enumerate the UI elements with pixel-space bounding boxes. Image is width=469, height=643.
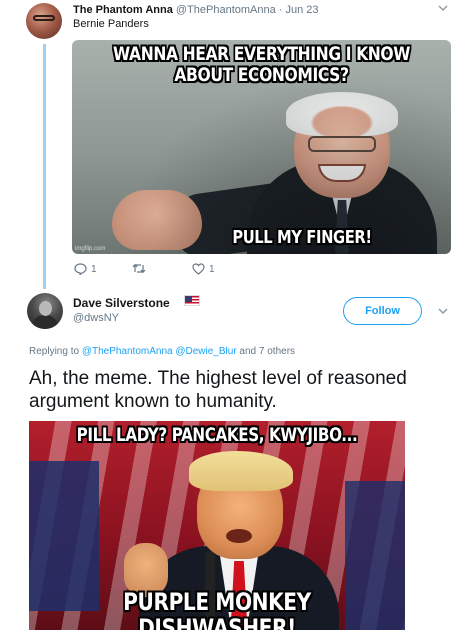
us-flag-icon bbox=[184, 295, 200, 306]
meta-separator: · bbox=[275, 4, 286, 16]
meme-bottom-caption: PULL MY FINGER! bbox=[232, 227, 372, 248]
like-count: 1 bbox=[209, 263, 215, 275]
tweet-image[interactable]: PILL LADY? PANCAKES, KWYJIBO... PURPLE M… bbox=[29, 421, 405, 630]
author-handle[interactable]: @ThePhantomAnna bbox=[176, 4, 276, 16]
author-name[interactable]: Dave Silverstone bbox=[73, 296, 170, 310]
meme-bottom-caption: PURPLE MONKEY DISHWASHER! bbox=[123, 588, 311, 630]
parent-tweet-header: The Phantom Anna @ThePhantomAnna · Jun 2… bbox=[73, 4, 319, 17]
avatar[interactable] bbox=[27, 293, 63, 329]
author-handle[interactable]: @dwsNY bbox=[73, 312, 119, 325]
tweet-text: Bernie Panders bbox=[73, 18, 149, 30]
like-button[interactable]: 1 bbox=[192, 263, 215, 275]
reply-button[interactable]: 1 bbox=[74, 263, 97, 275]
reply-prefix: Replying to bbox=[29, 346, 82, 357]
meme-top-caption: PILL LADY? PANCAKES, KWYJIBO... bbox=[76, 424, 358, 446]
replying-to-line: Replying to @ThePhantomAnna @Dewie_Blur … bbox=[29, 345, 295, 358]
tweet-date[interactable]: Jun 23 bbox=[286, 4, 319, 16]
image-mouth bbox=[226, 529, 252, 543]
avatar-face-detail bbox=[39, 301, 52, 316]
reply-count: 1 bbox=[91, 263, 97, 275]
mention-link[interactable]: @Dewie_Blur bbox=[175, 346, 236, 357]
like-icon bbox=[192, 263, 205, 275]
tweet-text: Ah, the meme. The highest level of reaso… bbox=[29, 368, 407, 412]
retweet-button[interactable] bbox=[132, 263, 150, 274]
thread-connector-line bbox=[43, 44, 46, 289]
follow-button[interactable]: Follow bbox=[343, 297, 422, 325]
author-name[interactable]: The Phantom Anna bbox=[73, 4, 173, 16]
retweet-icon bbox=[132, 263, 146, 274]
image-watermark: imgflip.com bbox=[75, 246, 106, 252]
avatar-glasses-detail bbox=[33, 15, 55, 21]
reply-icon bbox=[74, 263, 87, 275]
image-hair bbox=[189, 451, 293, 491]
chevron-down-icon[interactable] bbox=[438, 3, 448, 15]
tweet-image[interactable]: WANNA HEAR EVERYTHING I KNOW ABOUT ECONO… bbox=[72, 40, 451, 254]
reply-suffix[interactable]: and 7 others bbox=[237, 346, 295, 357]
avatar-body-detail bbox=[32, 315, 58, 329]
meme-top-caption: WANNA HEAR EVERYTHING I KNOW ABOUT ECONO… bbox=[112, 43, 411, 86]
chevron-down-icon[interactable] bbox=[438, 306, 448, 318]
avatar[interactable] bbox=[26, 3, 62, 39]
mention-link[interactable]: @ThePhantomAnna bbox=[82, 346, 173, 357]
